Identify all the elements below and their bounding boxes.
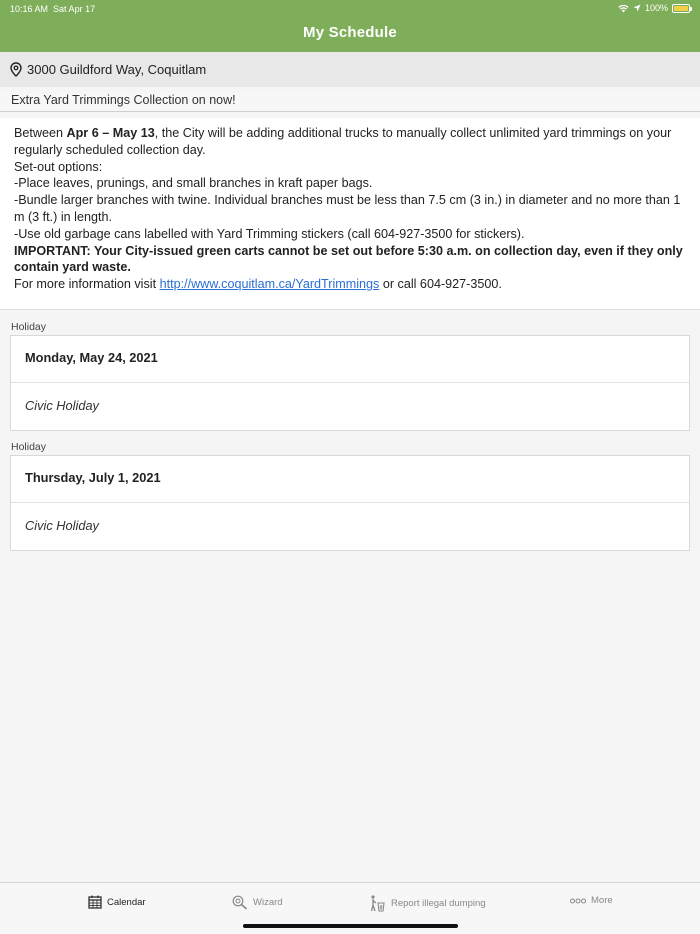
holiday-card[interactable]: Thursday, July 1, 2021 Civic Holiday — [10, 455, 690, 551]
holiday-name: Civic Holiday — [25, 518, 99, 533]
page-title: My Schedule — [303, 24, 397, 41]
notice-important: IMPORTANT: Your City-issued green carts … — [14, 243, 683, 275]
tab-calendar[interactable]: Calendar — [88, 895, 146, 909]
status-time: 10:16 AM Sat Apr 17 — [10, 4, 96, 14]
search-icon — [232, 895, 248, 910]
home-indicator[interactable] — [243, 924, 458, 928]
holiday-date: Monday, May 24, 2021 — [11, 336, 689, 383]
location-pin-icon — [10, 62, 22, 77]
wifi-icon — [618, 4, 629, 12]
more-icon — [570, 898, 586, 903]
notice-intro: Between Apr 6 – May 13, the City will be… — [14, 126, 672, 157]
address-text: 3000 Guildford Way, Coquitlam — [27, 62, 207, 77]
notice-date-range: Apr 6 – May 13 — [66, 126, 155, 140]
tab-label: Calendar — [107, 896, 146, 908]
location-arrow-icon — [633, 4, 641, 12]
tab-more[interactable]: More — [570, 895, 613, 906]
holiday-date: Thursday, July 1, 2021 — [11, 456, 689, 503]
status-bar: 10:16 AM Sat Apr 17 100% — [0, 0, 700, 17]
notice-option-1: -Place leaves, prunings, and small branc… — [14, 176, 373, 191]
holiday-section-label: Holiday — [11, 321, 47, 333]
notice-options-label: Set-out options: — [14, 159, 103, 174]
tab-label: Wizard — [253, 897, 283, 908]
holiday-section-label: Holiday — [11, 441, 47, 453]
tab-wizard[interactable]: Wizard — [232, 895, 283, 910]
yard-trimmings-link[interactable]: http://www.coquitlam.ca/YardTrimmings — [160, 277, 380, 291]
calendar-icon — [88, 895, 102, 909]
holiday-card[interactable]: Monday, May 24, 2021 Civic Holiday — [10, 335, 690, 431]
status-indicators: 100% — [618, 3, 692, 13]
notice-option-3: -Use old garbage cans labelled with Yard… — [14, 226, 525, 241]
notice-more-info: For more information visit http://www.co… — [14, 277, 502, 292]
notice-option-2: -Bundle larger branches with twine. Indi… — [14, 193, 681, 224]
holiday-name: Civic Holiday — [25, 398, 99, 413]
battery-percent: 100% — [644, 3, 668, 13]
dumping-icon — [370, 895, 385, 912]
tab-label: More — [591, 895, 613, 906]
app-header: 10:16 AM Sat Apr 17 100% My Schedule — [0, 0, 700, 52]
notice-title: Extra Yard Trimmings Collection on now! — [0, 93, 700, 112]
tab-label: Report illegal dumping — [391, 898, 486, 909]
battery-charging-icon — [672, 3, 692, 13]
notice-body: Between Apr 6 – May 13, the City will be… — [0, 118, 700, 310]
address-bar[interactable]: 3000 Guildford Way, Coquitlam — [0, 52, 700, 87]
tab-report-illegal-dumping[interactable]: Report illegal dumping — [368, 895, 486, 912]
